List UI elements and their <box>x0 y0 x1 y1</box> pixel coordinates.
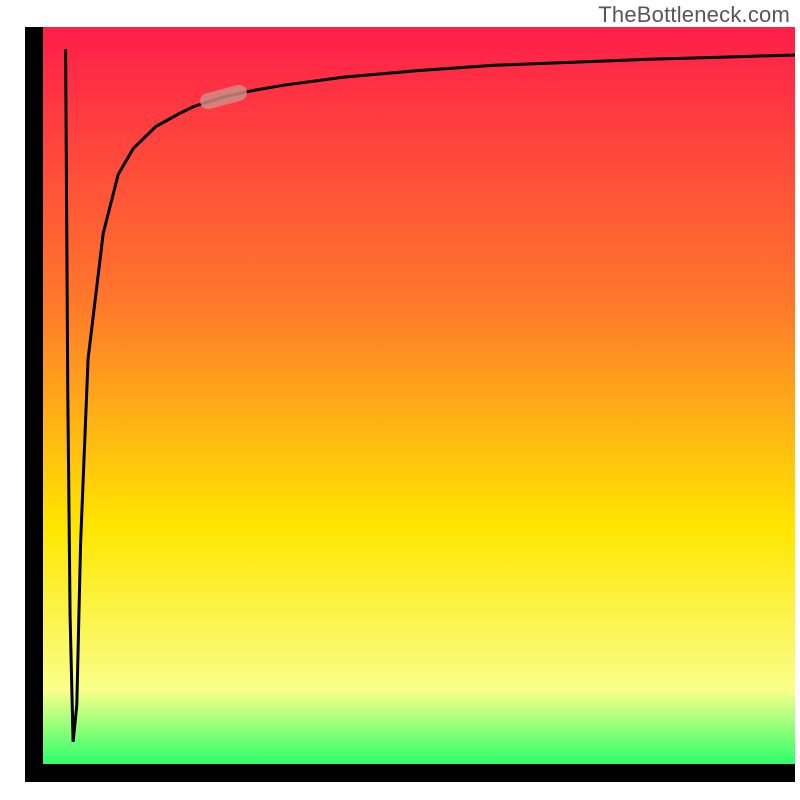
bottleneck-chart <box>0 0 800 800</box>
axis-bottom-bar <box>25 764 795 782</box>
axis-left-bar <box>25 27 43 782</box>
plot-background <box>43 27 795 764</box>
